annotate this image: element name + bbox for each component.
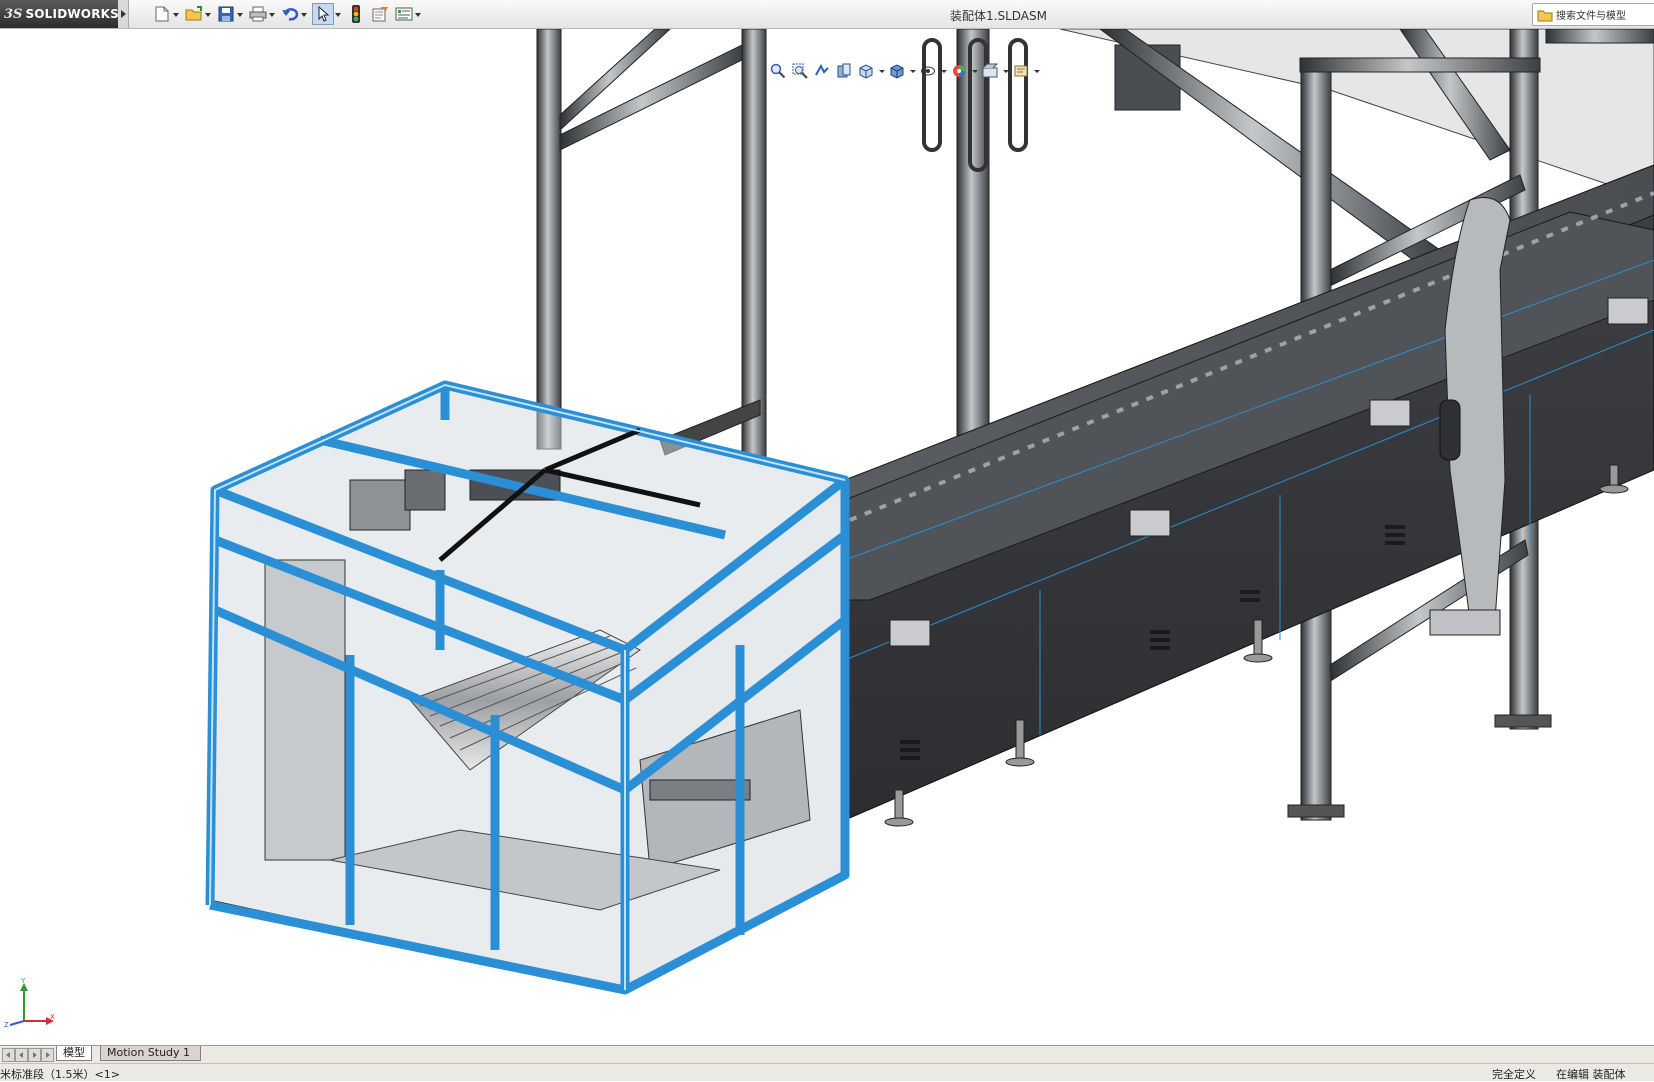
view-orientation-dropdown[interactable]	[878, 61, 885, 81]
zoom-to-area-icon[interactable]	[790, 61, 810, 81]
logo-ds-mark: 3S	[4, 6, 23, 22]
tab-last-button[interactable]	[41, 1048, 54, 1062]
heads-up-view-toolbar	[768, 60, 1040, 82]
reference-triad: Y X Z	[4, 977, 55, 1029]
solidworks-logo[interactable]: 3S SOLIDWORKS	[0, 0, 119, 28]
tab-motion-study[interactable]: Motion Study 1	[100, 1046, 201, 1061]
assembly-model	[205, 29, 1654, 995]
open-dropdown[interactable]	[204, 4, 212, 24]
triad-z-label: Z	[4, 1021, 9, 1029]
menu-flyout-arrow[interactable]	[118, 0, 129, 28]
apply-scene-dropdown[interactable]	[1002, 61, 1009, 81]
triad-y-label: Y	[20, 977, 26, 985]
logo-text: SOLIDWORKS	[25, 7, 119, 21]
left-upright-frame	[536, 29, 767, 460]
bottom-tab-bar: 模型 Motion Study 1	[0, 1045, 1654, 1063]
tab-first-button[interactable]	[2, 1048, 15, 1062]
undo-dropdown[interactable]	[300, 4, 308, 24]
glass-enclosure	[209, 384, 847, 991]
graphics-area[interactable]: Y X Z	[0, 29, 1654, 1045]
apply-scene-icon[interactable]	[980, 61, 1000, 81]
file-properties-icon[interactable]	[370, 4, 390, 24]
display-style-dropdown[interactable]	[909, 61, 916, 81]
edit-appearance-icon[interactable]	[949, 61, 969, 81]
options-dropdown[interactable]	[414, 4, 422, 24]
rebuild-traffic-light-icon[interactable]	[346, 4, 366, 24]
folder-search-icon	[1537, 10, 1553, 21]
zoom-to-fit-icon[interactable]	[768, 61, 788, 81]
new-document-icon[interactable]	[152, 4, 172, 24]
save-icon[interactable]	[216, 4, 236, 24]
tab-next-button[interactable]	[28, 1048, 41, 1062]
hide-show-dropdown[interactable]	[940, 61, 947, 81]
view-orientation-icon[interactable]	[856, 61, 876, 81]
view-settings-icon[interactable]	[1011, 61, 1031, 81]
new-dropdown[interactable]	[172, 4, 180, 24]
standard-toolbar	[152, 3, 422, 25]
print-icon[interactable]	[248, 4, 268, 24]
triad-x-label: X	[50, 1013, 55, 1021]
tab-model[interactable]: 模型	[56, 1046, 92, 1061]
center-gantry	[922, 29, 1028, 440]
status-bar: 米标准段（1.5米）<1> 完全定义 在编辑 装配体	[0, 1063, 1654, 1081]
edit-appearance-dropdown[interactable]	[971, 61, 978, 81]
section-view-icon[interactable]	[834, 61, 854, 81]
title-bar: 3S SOLIDWORKS 装配体1.SLDASM 搜索文件与模型	[0, 0, 1654, 29]
display-style-icon[interactable]	[887, 61, 907, 81]
select-pointer-icon[interactable]	[312, 3, 334, 25]
previous-view-icon[interactable]	[812, 61, 832, 81]
undo-icon[interactable]	[280, 4, 300, 24]
open-folder-icon[interactable]	[184, 4, 204, 24]
search-placeholder: 搜索文件与模型	[1556, 11, 1626, 22]
tab-prev-button[interactable]	[15, 1048, 28, 1062]
search-box[interactable]: 搜索文件与模型	[1532, 3, 1654, 26]
save-dropdown[interactable]	[236, 4, 244, 24]
document-title: 装配体1.SLDASM	[950, 9, 1047, 23]
view-settings-dropdown[interactable]	[1033, 61, 1040, 81]
options-icon[interactable]	[394, 4, 414, 24]
select-dropdown[interactable]	[334, 4, 342, 24]
print-dropdown[interactable]	[268, 4, 276, 24]
hide-show-items-icon[interactable]	[918, 61, 938, 81]
